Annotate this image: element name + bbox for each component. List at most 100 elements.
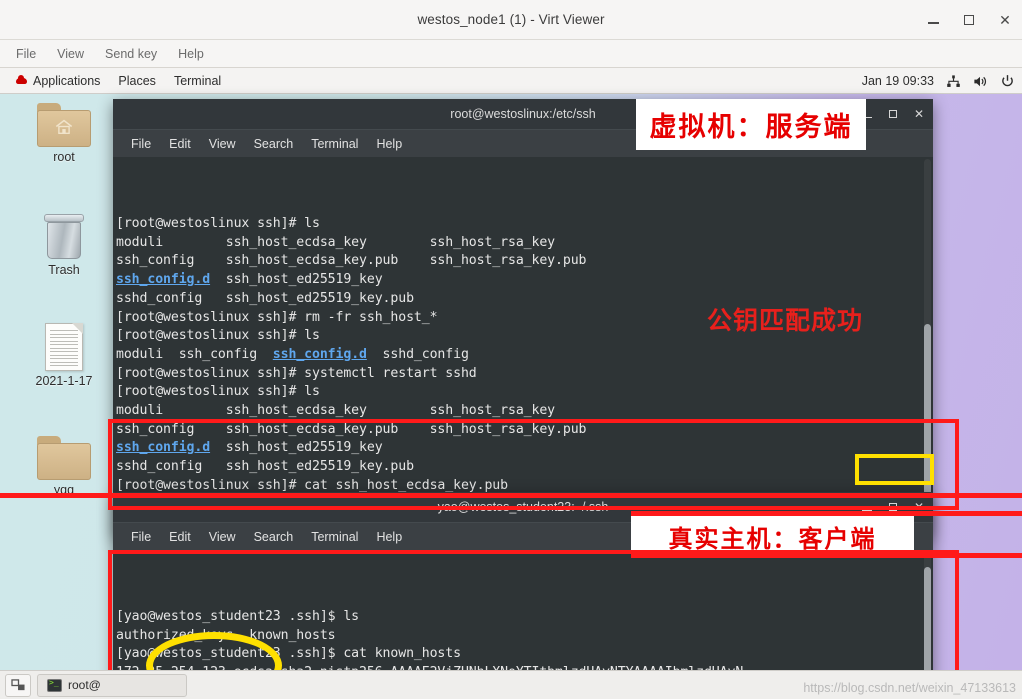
terminal-line: ssh_config.d ssh_host_ed25519_key — [116, 439, 933, 458]
terminal-menu-file[interactable]: File — [123, 134, 159, 154]
minimize-icon — [861, 509, 872, 512]
terminal-client-close-button[interactable]: ✕ — [914, 501, 924, 513]
menu-send-key[interactable]: Send key — [97, 44, 165, 64]
terminal-menu[interactable]: Terminal — [165, 71, 230, 91]
applications-menu[interactable]: Applications — [6, 71, 109, 91]
maximize-icon — [964, 15, 974, 25]
terminal-menu-view[interactable]: View — [201, 134, 244, 154]
terminal-menu-terminal[interactable]: Terminal — [303, 134, 366, 154]
watermark: https://blog.csdn.net/weixin_47133613 — [803, 681, 1016, 695]
terminal-menu-search[interactable]: Search — [246, 134, 302, 154]
terminal-client-minimize-button[interactable] — [861, 503, 872, 512]
terminal-text: ssh_config ssh_host_ecdsa_key.pub ssh_ho… — [116, 421, 587, 437]
terminal-server-output[interactable]: [root@westoslinux ssh]# ls moduli ssh_hos… — [113, 157, 933, 536]
terminal-server-scrollbar[interactable] — [924, 159, 931, 534]
terminal-text: [root@westoslinux ssh]# ls — [116, 328, 320, 344]
maximize-icon — [888, 110, 897, 118]
terminal-line: moduli ssh_host_ecdsa_key ssh_host_rsa_k… — [116, 402, 933, 421]
close-icon: ✕ — [913, 500, 924, 514]
terminal-text: authorized_keys known_hosts — [116, 627, 336, 643]
terminal-server-maximize-button[interactable] — [888, 110, 897, 118]
terminal-text: [root@westoslinux ssh]# ls — [116, 384, 320, 400]
taskbar-window-label: root@ — [68, 678, 101, 692]
terminal-text: moduli ssh_config — [116, 346, 273, 362]
terminal-text: ssh_config ssh_host_ecdsa_key.pub ssh_ho… — [116, 253, 587, 269]
desktop-icon-root[interactable]: root — [16, 103, 112, 164]
network-icon[interactable] — [945, 73, 961, 89]
app-menubar: File View Send key Help — [0, 40, 1022, 68]
terminal-menu-file[interactable]: File — [123, 527, 159, 547]
terminal-client-title: yao@westos_student23:~/.ssh — [437, 500, 609, 514]
directory-name: ssh_config.d — [272, 346, 367, 362]
terminal-line: [root@westoslinux ssh]# ls — [116, 383, 933, 402]
menu-file[interactable]: File — [8, 44, 44, 64]
terminal-line: [yao@westos_student23 .ssh]$ ls — [116, 608, 933, 627]
redhat-logo-icon — [15, 74, 28, 87]
terminal-text: sshd_config ssh_host_ed25519_key.pub — [116, 459, 414, 475]
annotation-match-label: 公钥匹配成功 — [707, 306, 864, 335]
taskbar-window-button[interactable]: root@ — [37, 673, 187, 697]
terminal-text: ssh_host_ed25519_key — [210, 440, 383, 456]
guest-desktop: Applications Places Terminal Jan 19 09:3… — [0, 68, 1022, 699]
trash-icon — [42, 214, 86, 260]
terminal-menu-edit[interactable]: Edit — [161, 134, 199, 154]
workspace-switcher-button[interactable] — [5, 673, 31, 697]
folder-icon — [37, 436, 91, 480]
close-button[interactable]: ✕ — [996, 11, 1014, 29]
terminal-line: [root@westoslinux ssh]# systemctl restar… — [116, 365, 933, 384]
terminal-line: ssh_config ssh_host_ecdsa_key.pub ssh_ho… — [116, 252, 933, 271]
window-title: westos_node1 (1) - Virt Viewer — [417, 12, 605, 27]
desktop-icon-trash[interactable]: Trash — [16, 214, 112, 277]
menu-help[interactable]: Help — [170, 44, 212, 64]
directory-name: ssh_config.d — [116, 272, 211, 288]
terminal-client-maximize-button[interactable] — [888, 503, 897, 511]
annotation-client-label: 真实主机：客户端 — [631, 515, 914, 557]
terminal-icon — [47, 678, 62, 692]
terminal-menu-help[interactable]: Help — [368, 134, 410, 154]
terminal-server-title: root@westoslinux:/etc/ssh — [450, 107, 596, 121]
terminal-line: moduli ssh_host_ecdsa_key ssh_host_rsa_k… — [116, 234, 933, 253]
places-label: Places — [118, 73, 156, 88]
terminal-line: authorized_keys known_hosts — [116, 627, 933, 646]
terminal-label: Terminal — [173, 73, 222, 88]
terminal-menu-view[interactable]: View — [201, 527, 244, 547]
terminal-text: [root@westoslinux ssh]# systemctl restar… — [116, 365, 477, 381]
terminal-text: moduli ssh_host_ecdsa_key ssh_host_rsa_k… — [116, 234, 556, 250]
home-folder-icon — [37, 103, 91, 147]
terminal-menu-search[interactable]: Search — [246, 527, 302, 547]
power-icon[interactable] — [999, 73, 1015, 89]
desktop-icon-label: root — [53, 150, 75, 164]
minimize-button[interactable] — [924, 11, 942, 29]
terminal-line: moduli ssh_config ssh_config.d sshd_conf… — [116, 346, 933, 365]
workspace-switcher-icon — [10, 678, 25, 690]
desktop-icon-2021-1-17[interactable]: 2021-1-17 — [16, 323, 112, 388]
window-titlebar: westos_node1 (1) - Virt Viewer ✕ — [0, 0, 1022, 40]
terminal-text: [yao@westos_student23 .ssh]$ ls — [116, 609, 360, 625]
menu-view[interactable]: View — [49, 44, 92, 64]
terminal-text: ssh_host_ed25519_key — [210, 272, 383, 288]
terminal-text: sshd_config — [366, 346, 469, 362]
places-menu[interactable]: Places — [109, 71, 165, 91]
window-controls: ✕ — [924, 0, 1014, 40]
maximize-icon — [888, 503, 897, 511]
directory-name: ssh_config.d — [116, 440, 211, 456]
virt-viewer-window: westos_node1 (1) - Virt Viewer ✕ File Vi… — [0, 0, 1022, 699]
volume-icon[interactable] — [972, 73, 988, 89]
desktop-icon-label: Trash — [48, 263, 80, 277]
terminal-text: sshd_config ssh_host_ed25519_key.pub — [116, 290, 414, 306]
maximize-button[interactable] — [960, 11, 978, 29]
terminal-line: [yao@westos_student23 .ssh]$ cat known_h… — [116, 645, 933, 664]
desktop-icon-yqq[interactable]: yqq — [16, 436, 112, 497]
clock[interactable]: Jan 19 09:33 — [862, 74, 934, 88]
annotation-server-label: 虚拟机：服务端 — [636, 99, 866, 150]
terminal-line: ssh_config.d ssh_host_ed25519_key — [116, 271, 933, 290]
desktop-icon-label: yqq — [53, 483, 75, 497]
terminal-menu-edit[interactable]: Edit — [161, 527, 199, 547]
gnome-top-panel: Applications Places Terminal Jan 19 09:3… — [0, 68, 1022, 94]
applications-label: Applications — [33, 73, 101, 88]
document-icon — [45, 323, 83, 371]
terminal-menu-help[interactable]: Help — [368, 527, 410, 547]
terminal-menu-terminal[interactable]: Terminal — [303, 527, 366, 547]
terminal-server-close-button[interactable]: ✕ — [914, 108, 924, 120]
close-icon: ✕ — [913, 107, 924, 121]
